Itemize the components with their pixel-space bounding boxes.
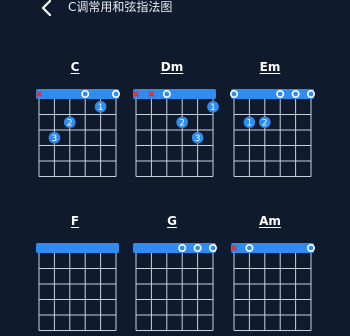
page-title: C调常用和弦指法图	[68, 0, 173, 14]
chord-diagram	[133, 243, 218, 331]
chord-card[interactable]: Am	[226, 214, 316, 331]
chord-card[interactable]: Em 12	[226, 60, 316, 177]
open-string-marker	[162, 90, 171, 99]
nut-bar	[36, 243, 119, 253]
chord-name: C	[70, 60, 80, 74]
finger-dot: 2	[176, 116, 188, 129]
open-string-marker	[81, 90, 90, 99]
open-string-marker	[245, 244, 254, 253]
chord-card[interactable]: G	[128, 214, 218, 331]
finger-number: 1	[247, 119, 253, 129]
nut-bar	[231, 243, 314, 253]
chord-diagram: 1 23	[35, 89, 121, 177]
finger-dot: 1	[94, 100, 107, 113]
finger-dot: 3	[48, 131, 61, 144]
open-string-marker	[307, 244, 316, 253]
chord-diagram: 1 23	[132, 89, 219, 177]
open-string-marker	[178, 244, 187, 253]
nut-bar	[133, 89, 216, 99]
top-bar: C调常用和弦指法图	[0, 0, 350, 18]
open-string-marker	[112, 90, 121, 99]
nut-bar	[231, 89, 314, 99]
finger-dot: 1	[207, 100, 219, 113]
open-string-marker	[193, 244, 202, 253]
chord-name: Dm	[160, 60, 184, 74]
open-string-marker	[291, 90, 300, 99]
chord-name: F	[70, 214, 80, 228]
finger-number: 2	[67, 119, 73, 129]
chord-card[interactable]: F	[31, 214, 119, 331]
finger-dot: 3	[191, 131, 204, 144]
finger-number: 2	[179, 119, 185, 129]
open-string-marker	[307, 90, 316, 99]
finger-number: 2	[262, 119, 268, 129]
chord-name: Am	[259, 214, 281, 228]
chord-diagram	[36, 243, 119, 331]
chevron-left-icon[interactable]	[40, 0, 54, 16]
finger-number: 1	[210, 103, 216, 113]
open-string-marker	[209, 244, 218, 253]
open-string-marker	[276, 90, 285, 99]
nut-bar	[36, 89, 119, 99]
chord-diagram	[230, 243, 316, 331]
chord-name: G	[167, 214, 177, 228]
finger-number: 3	[195, 134, 201, 144]
finger-dot: 2	[64, 116, 76, 129]
open-string-marker	[230, 90, 239, 99]
nut-bar	[133, 243, 216, 253]
finger-number: 1	[98, 103, 104, 113]
chord-card[interactable]: C 1 23	[31, 60, 121, 177]
chord-card[interactable]: Dm 1 23	[128, 60, 219, 177]
finger-number: 3	[52, 134, 58, 144]
chord-diagram: 12	[230, 89, 316, 177]
finger-dot: 2	[259, 116, 271, 129]
chord-name: Em	[259, 60, 281, 74]
finger-dot: 1	[243, 116, 256, 129]
